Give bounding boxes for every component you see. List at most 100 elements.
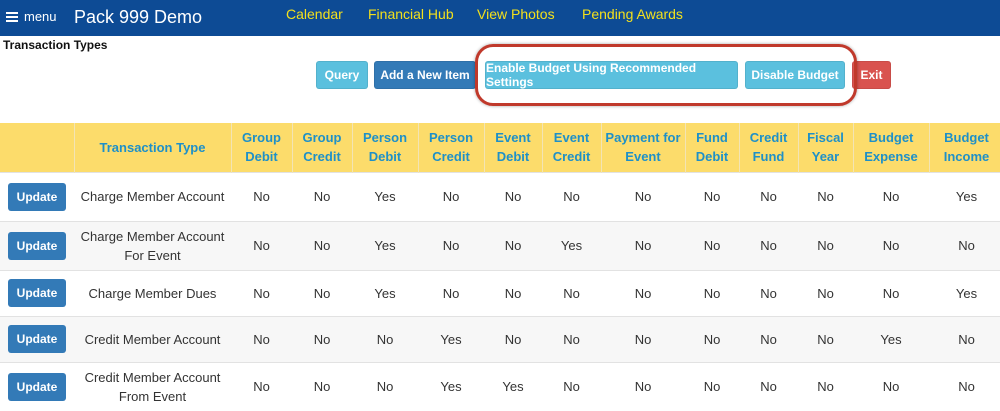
column-header[interactable]: Fund Debit [685,123,740,172]
table-cell: No [542,269,601,316]
table-cell: Yes [929,269,1000,316]
add-new-item-button[interactable]: Add a New Item [374,61,476,89]
table-cell: Yes [418,361,484,411]
table-cell: No [929,315,1000,362]
table-cell: Yes [418,315,484,362]
table-cell: No [601,220,685,270]
table-cell: No [542,315,601,362]
table-cell: No [484,171,542,221]
query-button[interactable]: Query [316,61,368,89]
table-cell: No [739,171,798,221]
column-header[interactable]: Payment for Event [601,123,686,172]
table-cell: No [798,171,853,221]
column-header[interactable]: Group Debit [231,123,293,172]
table-cell: No [601,315,685,362]
column-header[interactable]: Budget Income [929,123,1000,172]
table-cell: Yes [929,171,1000,221]
menu-label: menu [24,9,57,24]
transaction-type-cell: Charge Member Account For Event [74,220,231,270]
nav-view-photos[interactable]: View Photos [477,6,555,22]
column-header[interactable]: Fiscal Year [798,123,854,172]
table-cell: Yes [484,361,542,411]
table-cell: No [853,361,929,411]
table-cell: No [685,315,739,362]
table-cell: No [929,361,1000,411]
transaction-type-cell: Charge Member Dues [74,269,231,316]
enable-budget-button[interactable]: Enable Budget Using Recommended Settings [485,61,738,89]
table-cell: No [798,220,853,270]
table-cell: No [739,220,798,270]
hamburger-icon [6,11,18,22]
menu-button[interactable]: menu [6,9,57,24]
table-row: Update Charge Member Account No No Yes N… [0,171,1000,221]
table-cell: No [418,220,484,270]
table-cell: No [292,315,352,362]
disable-budget-button[interactable]: Disable Budget [745,61,845,89]
table-cell: No [853,269,929,316]
exit-button[interactable]: Exit [852,61,891,89]
update-button[interactable]: Update [8,325,66,353]
transaction-type-cell: Charge Member Account [74,171,231,221]
update-button[interactable]: Update [8,231,66,260]
table-cell: Yes [853,315,929,362]
transaction-type-cell: Credit Member Account [74,315,231,362]
table-cell: No [292,171,352,221]
table-cell: No [929,220,1000,270]
table-cell: No [484,220,542,270]
transaction-types-table: Transaction Type Group Debit Group Credi… [0,123,1000,411]
table-cell: No [853,220,929,270]
table-cell: No [601,171,685,221]
table-cell: Yes [352,171,418,221]
column-header[interactable]: Person Debit [352,123,419,172]
table-cell: No [853,171,929,221]
column-header[interactable]: Transaction Type [74,123,232,172]
update-cell: Update [0,269,74,316]
table-cell: No [231,269,292,316]
table-cell: Yes [542,220,601,270]
table-cell: No [685,220,739,270]
table-cell: No [685,269,739,316]
nav-calendar[interactable]: Calendar [286,6,343,22]
table-row: Update Charge Member Account For Event N… [0,220,1000,270]
column-header[interactable]: Group Credit [292,123,353,172]
table-cell: No [231,171,292,221]
column-header[interactable]: Budget Expense [853,123,930,172]
brand-title[interactable]: Pack 999 Demo [74,7,202,28]
update-button[interactable]: Update [8,182,66,211]
table-cell: No [231,220,292,270]
table-row: Update Credit Member Account From Event … [0,361,1000,411]
table-cell: No [739,315,798,362]
nav-financial-hub[interactable]: Financial Hub [368,6,454,22]
page-title: Transaction Types [3,38,108,52]
column-header[interactable]: Person Credit [418,123,485,172]
column-header[interactable]: Event Credit [542,123,602,172]
table-cell: No [484,315,542,362]
table-cell: Yes [352,220,418,270]
table-cell: No [418,269,484,316]
table-cell: No [231,315,292,362]
table-cell: Yes [352,269,418,316]
table-header-row: Transaction Type Group Debit Group Credi… [0,123,1000,172]
update-cell: Update [0,361,74,411]
table-cell: No [484,269,542,316]
table-cell: No [231,361,292,411]
table-cell: No [292,220,352,270]
table-cell: No [352,315,418,362]
update-button[interactable]: Update [8,372,66,401]
update-cell: Update [0,171,74,221]
column-header[interactable]: Credit Fund [739,123,799,172]
table-cell: No [798,361,853,411]
nav-pending-awards[interactable]: Pending Awards [582,6,683,22]
table-cell: No [352,361,418,411]
table-cell: No [685,361,739,411]
update-button[interactable]: Update [8,279,66,307]
table-cell: No [798,315,853,362]
table-row: Update Credit Member Account No No No Ye… [0,315,1000,362]
table-cell: No [292,269,352,316]
table-cell: No [601,269,685,316]
table-cell: No [685,171,739,221]
column-header[interactable]: Event Debit [484,123,543,172]
update-cell: Update [0,220,74,270]
table-cell: No [739,269,798,316]
table-cell: No [798,269,853,316]
